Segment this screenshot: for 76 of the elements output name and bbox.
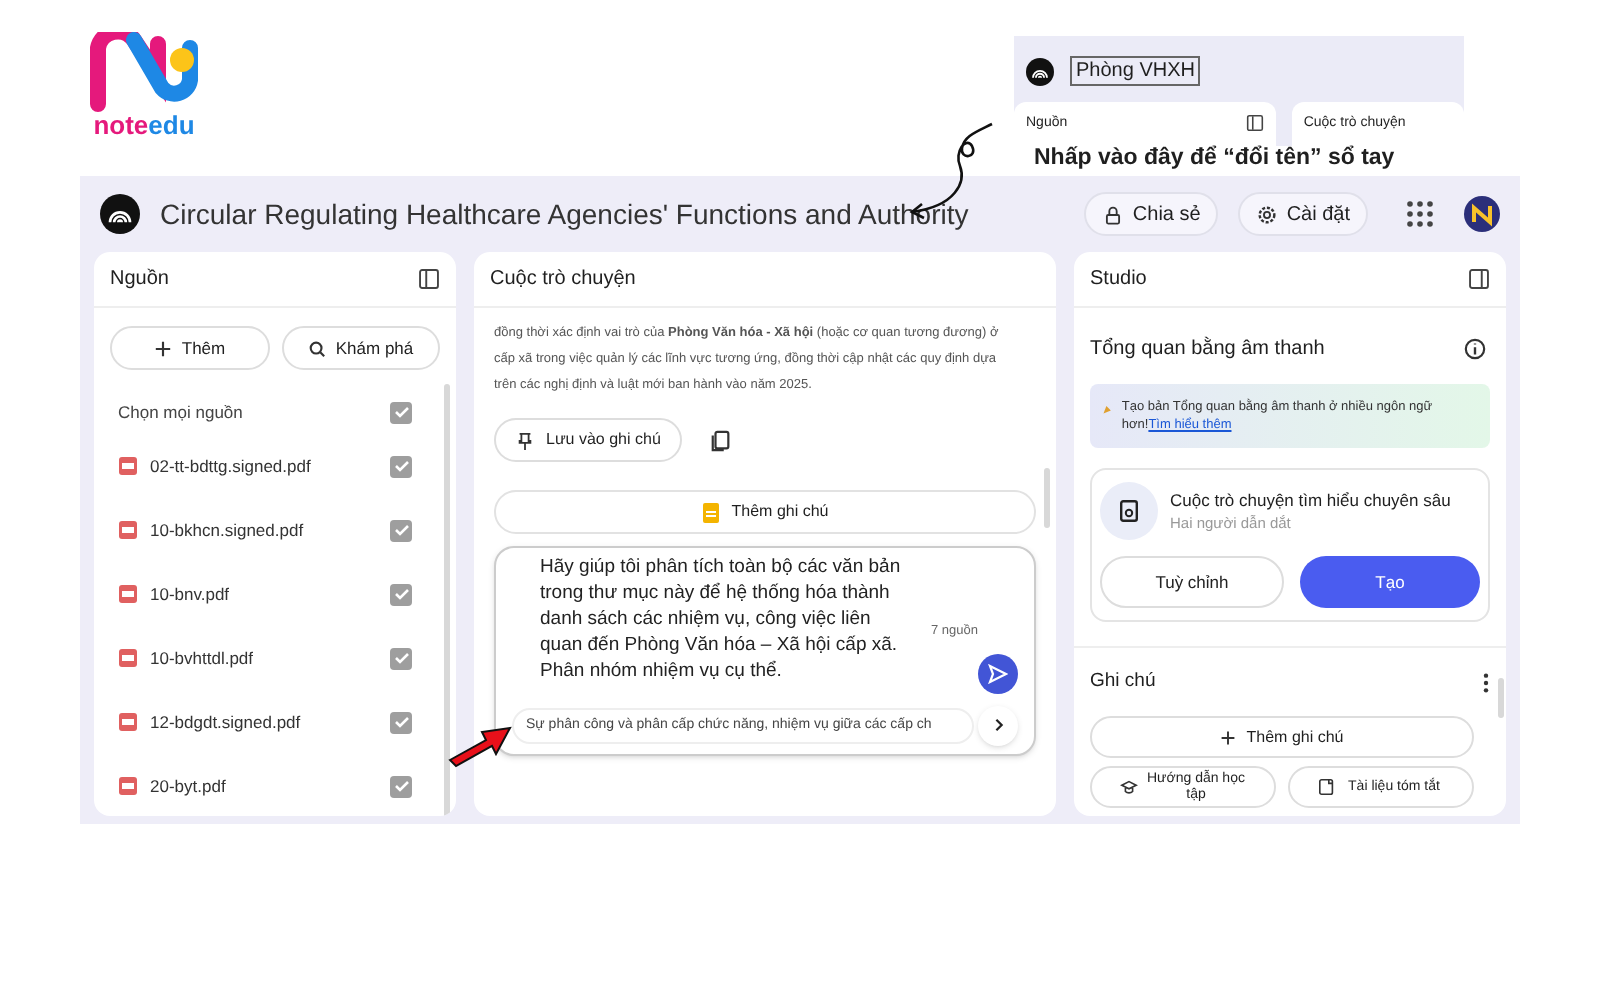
pdf-file-icon	[118, 648, 138, 668]
send-button[interactable]	[978, 653, 1018, 694]
plus-icon	[1220, 729, 1237, 746]
scrollbar[interactable]	[1044, 468, 1050, 528]
annotation-text: Nhấp vào đây để “đổi tên” sổ tay	[1034, 143, 1395, 174]
panel-toggle-icon	[418, 268, 440, 290]
section-title: Ghi chú	[1090, 668, 1156, 696]
chat-input-text: Hãy giúp tôi phân tích toàn bộ các văn bản trong thư mục này để hệ thống hóa thành danh sách các nhiệm vụ, công việc liên quan đến Phòng Văn hóa – Xã hội cấp xã. Phân nhóm nhiệm vụ cụ thể.	[538, 554, 903, 684]
note-icon	[701, 501, 720, 523]
avatar-icon	[1464, 196, 1500, 232]
customize-button[interactable]: Tuỳ chỉnh	[1100, 556, 1284, 608]
source-item[interactable]: 12-bdgdt.signed.pdf	[110, 690, 440, 754]
save-to-note-button[interactable]: Lưu vào ghi chú	[494, 418, 683, 462]
scrollbar[interactable]	[444, 384, 450, 816]
plus-icon	[153, 339, 172, 357]
source-item[interactable]: 02-tt-bdttg.signed.pdf	[110, 434, 440, 498]
source-item[interactable]: 20-byt.pdf	[110, 754, 440, 816]
share-button[interactable]: Chia sẻ	[1084, 192, 1219, 236]
search-icon	[307, 339, 326, 357]
graduation-cap-icon	[1120, 778, 1138, 797]
create-button[interactable]: Tạo	[1300, 556, 1480, 608]
panel-title: Nguồn	[110, 266, 169, 294]
document-icon	[1318, 778, 1336, 797]
copy-icon	[710, 429, 733, 451]
gear-icon	[1256, 203, 1279, 225]
source-name: 10-bvhttdl.pdf	[150, 645, 256, 671]
select-all-label: Chọn mọi nguồn	[118, 399, 243, 425]
lock-icon	[1102, 203, 1125, 225]
party-icon	[1102, 402, 1114, 416]
checkbox[interactable]	[390, 711, 412, 733]
add-source-button[interactable]: Thêm	[110, 326, 269, 370]
pdf-file-icon	[118, 584, 138, 604]
checkbox[interactable]	[390, 519, 412, 541]
notebook-logo-icon	[100, 194, 140, 234]
pdf-file-icon	[118, 776, 138, 796]
add-note-button[interactable]: Thêm ghi chú	[494, 490, 1036, 534]
checkbox[interactable]	[390, 775, 412, 797]
apps-grid-icon	[1404, 198, 1436, 230]
logo-icon	[90, 32, 198, 112]
source-item[interactable]: 10-bvhttdl.pdf	[110, 626, 440, 690]
chevron-right-icon	[991, 718, 1005, 733]
more-icon	[1482, 671, 1490, 694]
source-name: 12-bdgdt.signed.pdf	[150, 709, 303, 735]
next-button[interactable]	[978, 705, 1018, 746]
logo-text: noteedu	[93, 112, 195, 138]
section-title: Tổng quan bằng âm thanh	[1090, 334, 1325, 364]
pin-icon	[516, 431, 534, 449]
add-note-button[interactable]: Thêm ghi chú	[1090, 716, 1474, 759]
source-name: 10-bkhcn.signed.pdf	[150, 517, 306, 543]
pdf-file-icon	[118, 520, 138, 540]
notebook-logo-icon	[1026, 57, 1054, 85]
speaker-icon	[1100, 482, 1158, 540]
card-title: Cuộc trò chuyện tìm hiểu chuyên sâu	[1170, 487, 1451, 513]
discover-button[interactable]: Khám phá	[281, 326, 440, 370]
send-icon	[988, 663, 1008, 684]
notebook-name-field[interactable]: Phòng VHXH	[1070, 56, 1201, 86]
panel-title: Studio	[1090, 266, 1147, 294]
panel-toggle-icon	[1245, 114, 1264, 132]
checkbox[interactable]	[390, 647, 412, 669]
chat-input-box[interactable]	[494, 546, 1036, 756]
source-name: 02-tt-bdttg.signed.pdf	[150, 453, 313, 479]
checkbox[interactable]	[390, 455, 412, 477]
panel-title: Cuộc trò chuyện	[490, 266, 636, 294]
source-item[interactable]: 10-bnv.pdf	[110, 562, 440, 626]
checkbox[interactable]	[390, 401, 412, 423]
notebook-title[interactable]: Circular Regulating Healthcare Agencies' Functions and Authority	[160, 193, 1065, 235]
source-name: 10-bnv.pdf	[150, 581, 232, 607]
scrollbar[interactable]	[1498, 678, 1504, 718]
pdf-file-icon	[118, 712, 138, 732]
checkbox[interactable]	[390, 583, 412, 605]
source-item[interactable]: 10-bkhcn.signed.pdf	[110, 498, 440, 562]
panel-toggle-icon	[1468, 268, 1490, 290]
info-icon	[1464, 338, 1486, 360]
pdf-file-icon	[118, 456, 138, 476]
source-name: 20-byt.pdf	[150, 773, 228, 799]
settings-button[interactable]: Cài đặt	[1238, 192, 1368, 236]
